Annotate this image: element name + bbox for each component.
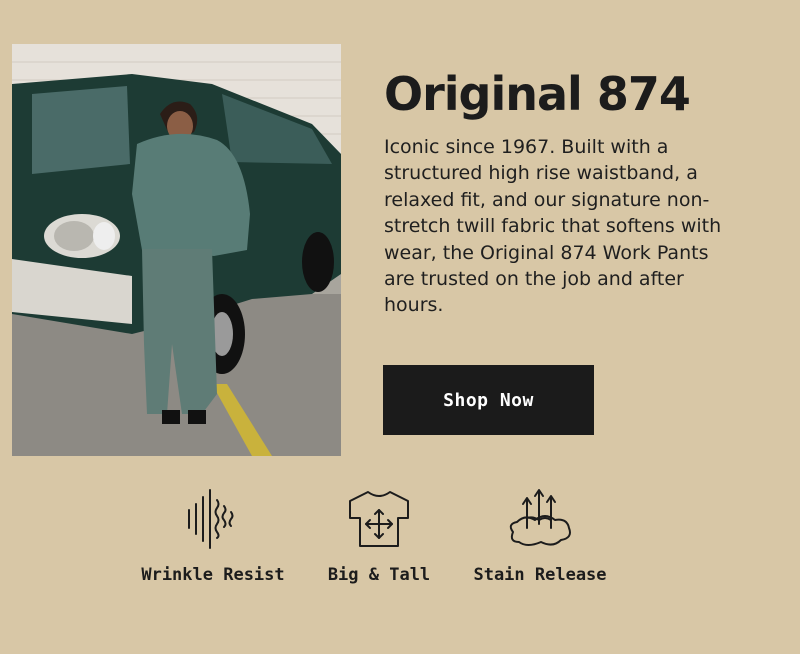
feature-label-stain-release: Stain Release [473,565,607,585]
feature-wrinkle-resist: Wrinkle Resist [130,488,296,585]
product-title: Original 874 [384,67,691,121]
feature-label-wrinkle-resist: Wrinkle Resist [141,565,285,585]
product-description: Iconic since 1967. Built with a structur… [384,136,722,317]
feature-stain-release: Stain Release [463,488,617,585]
feature-label-big-and-tall: Big & Tall [327,565,431,585]
wrinkle-resist-icon [130,488,296,550]
big-and-tall-icon [318,488,440,550]
feature-list: Wrinkle Resist Big & Tall Stain Release [0,488,800,598]
stain-release-icon [463,488,617,550]
hero-image [12,44,341,456]
feature-big-and-tall: Big & Tall [318,488,440,585]
shop-now-button[interactable]: Shop Now [383,365,594,435]
